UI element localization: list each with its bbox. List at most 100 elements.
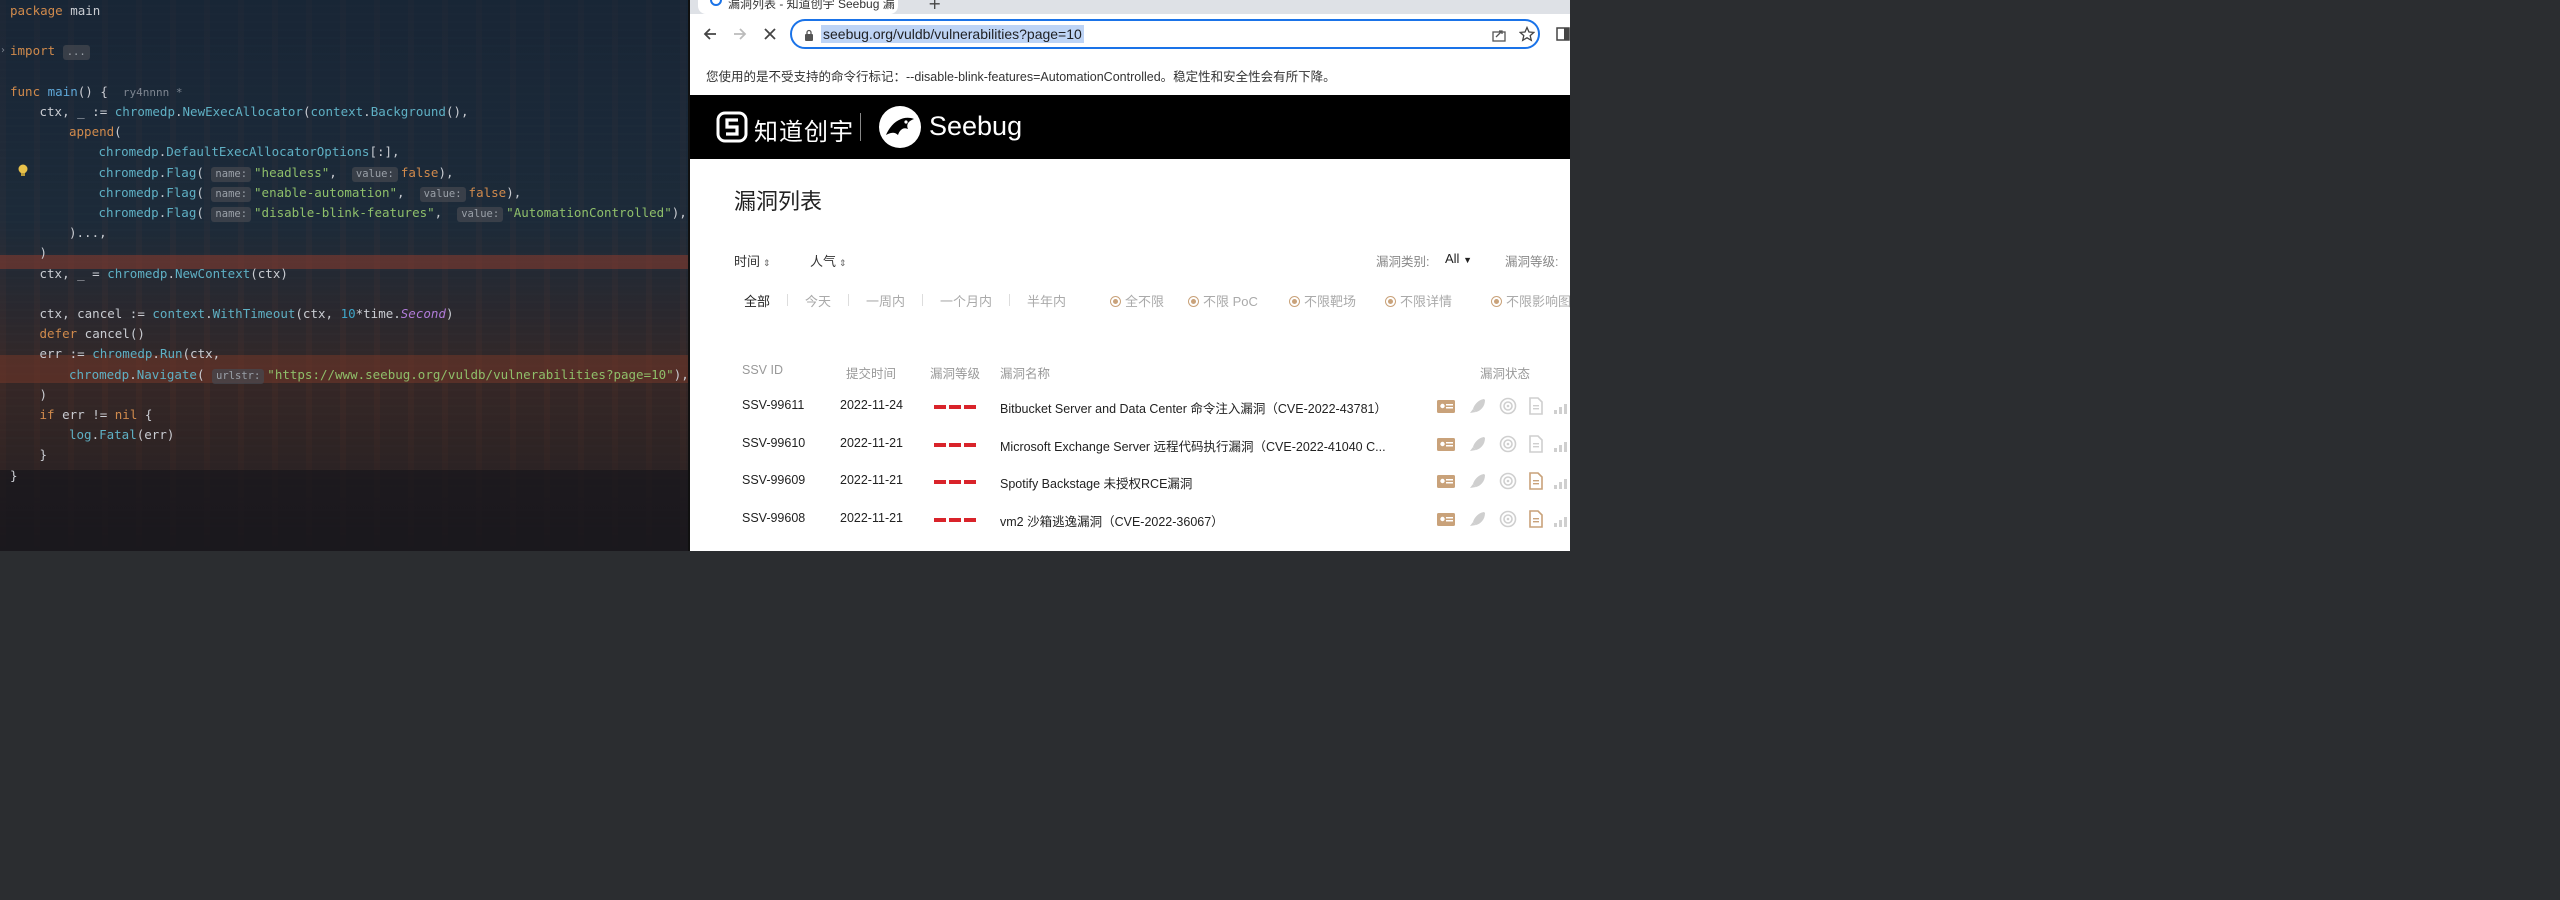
filter-radio[interactable]: 不限 PoC (1188, 291, 1258, 310)
bookmark-star-icon[interactable] (1519, 26, 1535, 42)
filter-radio-label: 不限 PoC (1203, 294, 1258, 309)
range-tab[interactable]: 一个月内 (940, 291, 992, 310)
code-token: ( (114, 124, 122, 140)
rocket-icon[interactable] (1468, 396, 1488, 416)
code-line[interactable]: log.Fatal(err) (69, 425, 174, 445)
table-row[interactable]: SSV-99608 2022-11-21 vm2 沙箱逃逸漏洞（CVE-2022-3… (690, 501, 1570, 538)
browser-toolbar: seebug.org/vuldb/vulnerabilities?page=10 (690, 14, 1570, 54)
range-tab[interactable]: 半年内 (1027, 291, 1066, 310)
target-icon[interactable] (1498, 509, 1518, 529)
seebug-bird-logo-icon[interactable] (878, 105, 922, 149)
code-token: false (468, 184, 507, 200)
vulnerability-name-link[interactable]: Bitbucket Server and Data Center 命令注入漏洞（… (1000, 398, 1387, 417)
code-line[interactable]: chromedp.Flag( name: "headless", value: fa… (99, 163, 454, 183)
side-panel-icon[interactable] (1556, 27, 1570, 41)
document-icon[interactable] (1526, 509, 1546, 529)
filter-radio[interactable]: 全不限 (1110, 291, 1164, 310)
code-line[interactable]: if err != nil { (40, 405, 153, 425)
code-line[interactable]: chromedp.Navigate( urlstr: "https://www.s… (69, 365, 688, 385)
code-token: if (39, 407, 55, 422)
code-token: ), (438, 164, 454, 180)
new-tab-button[interactable]: + (928, 0, 941, 13)
code-token: 10 (340, 306, 356, 321)
code-token: , (329, 164, 352, 180)
document-icon[interactable] (1526, 396, 1546, 416)
code-line[interactable]: ctx, cancel := context.WithTimeout(ctx, … (40, 304, 454, 324)
code-token: (ctx) (250, 265, 288, 281)
ssv-id[interactable]: SSV-99608 (742, 511, 805, 525)
signal-bars-icon[interactable] (1552, 396, 1570, 416)
range-separator (787, 294, 788, 306)
ssv-id[interactable]: SSV-99609 (742, 473, 805, 487)
forward-arrow-icon[interactable] (730, 24, 750, 44)
code-token: context (152, 306, 206, 321)
code-line[interactable]: chromedp.Flag( name: "enable-automation",… (99, 183, 521, 203)
fold-arrow-icon[interactable]: › (1, 45, 5, 56)
code-line[interactable]: defer cancel() (40, 324, 145, 344)
active-tab[interactable]: 漏洞列表 - 知道创宇 Seebug 漏 (698, 0, 898, 14)
document-icon[interactable] (1526, 434, 1546, 454)
table-row[interactable]: SSV-99611 2022-11-24 Bitbucket Server and … (690, 388, 1570, 425)
range-tab[interactable]: 全部 (744, 291, 770, 310)
code-line[interactable]: err := chromedp.Run(ctx, (40, 344, 221, 364)
code-line[interactable]: ) (40, 243, 48, 263)
target-icon[interactable] (1498, 434, 1518, 454)
knownsec-brand-text[interactable]: 知道创宇 (754, 112, 854, 147)
signal-bars-icon[interactable] (1552, 471, 1570, 491)
code-token: Second (400, 306, 446, 321)
id-card-icon[interactable] (1436, 509, 1456, 529)
rocket-icon[interactable] (1468, 471, 1488, 491)
signal-bars-icon[interactable] (1552, 509, 1570, 529)
back-arrow-icon[interactable] (700, 24, 720, 44)
code-line[interactable]: chromedp.Flag( name: "disable-blink-featu… (99, 203, 687, 223)
code-line[interactable]: package main (10, 1, 100, 21)
filter-radio[interactable]: 不限影响图 (1491, 291, 1570, 310)
code-line[interactable]: chromedp.DefaultExecAllocatorOptions[:], (99, 142, 400, 162)
code-editor[interactable]: package main › import ... func main() { ry4… (0, 0, 688, 551)
target-icon[interactable] (1498, 396, 1518, 416)
share-icon[interactable] (1492, 28, 1506, 42)
code-line[interactable]: } (10, 466, 18, 486)
filter-radio[interactable]: 不限详情 (1385, 291, 1452, 310)
ssv-id[interactable]: SSV-99610 (742, 436, 805, 450)
range-tab[interactable]: 今天 (805, 291, 831, 310)
stop-loading-icon[interactable] (760, 24, 780, 44)
code-line[interactable]: append( (69, 122, 122, 142)
vulnerability-name-link[interactable]: Spotify Backstage 未授权RCE漏洞 (1000, 473, 1192, 492)
filter-type-dropdown[interactable]: All ▼ (1445, 251, 1472, 266)
sort-by-time[interactable]: 时间 ⇕ (734, 251, 771, 270)
code-line[interactable]: ctx, _ := chromedp.NewExecAllocator(cont… (40, 102, 469, 122)
severity-level (934, 480, 978, 484)
code-token: err := (39, 346, 93, 362)
ssv-id[interactable]: SSV-99611 (742, 398, 804, 412)
address-bar[interactable]: seebug.org/vuldb/vulnerabilities?page=10 (790, 19, 1540, 49)
table-row[interactable]: SSV-99610 2022-11-21 Microsoft Exchange Se… (690, 426, 1570, 463)
signal-bars-icon[interactable] (1552, 434, 1570, 454)
seebug-brand-text[interactable]: Seebug (929, 111, 1022, 142)
lock-icon[interactable] (804, 29, 814, 41)
vulnerability-name-link[interactable]: vm2 沙箱逃逸漏洞（CVE-2022-36067） (1000, 511, 1224, 530)
sort-by-popularity[interactable]: 人气 ⇕ (810, 251, 847, 270)
target-icon[interactable] (1498, 471, 1518, 491)
code-line[interactable]: ctx, _ = chromedp.NewContext(ctx) (40, 264, 288, 284)
vulnerability-name-link[interactable]: Microsoft Exchange Server 远程代码执行漏洞（CVE-2… (1000, 436, 1386, 455)
id-card-icon[interactable] (1436, 396, 1456, 416)
code-line[interactable]: ) (40, 385, 48, 405)
code-line[interactable]: )..., (69, 223, 107, 243)
rocket-icon[interactable] (1468, 434, 1488, 454)
code-line[interactable]: func main() { ry4nnnn * (10, 82, 183, 102)
range-tab[interactable]: 一周内 (866, 291, 905, 310)
filter-radio[interactable]: 不限靶场 (1289, 291, 1356, 310)
code-line[interactable]: } (40, 445, 48, 465)
document-icon[interactable] (1526, 471, 1546, 491)
code-token: (err) (136, 427, 175, 443)
code-line[interactable]: import ... (10, 41, 93, 61)
id-card-icon[interactable] (1436, 434, 1456, 454)
table-row[interactable]: SSV-99609 2022-11-21 Spotify Backstage 未授权… (690, 463, 1570, 500)
url-text[interactable]: seebug.org/vuldb/vulnerabilities?page=10 (821, 25, 1084, 43)
lightbulb-icon[interactable] (17, 164, 29, 178)
parameter-hint: name: (211, 186, 252, 202)
id-card-icon[interactable] (1436, 471, 1456, 491)
knownsec-logo-icon[interactable] (716, 111, 748, 143)
rocket-icon[interactable] (1468, 509, 1488, 529)
